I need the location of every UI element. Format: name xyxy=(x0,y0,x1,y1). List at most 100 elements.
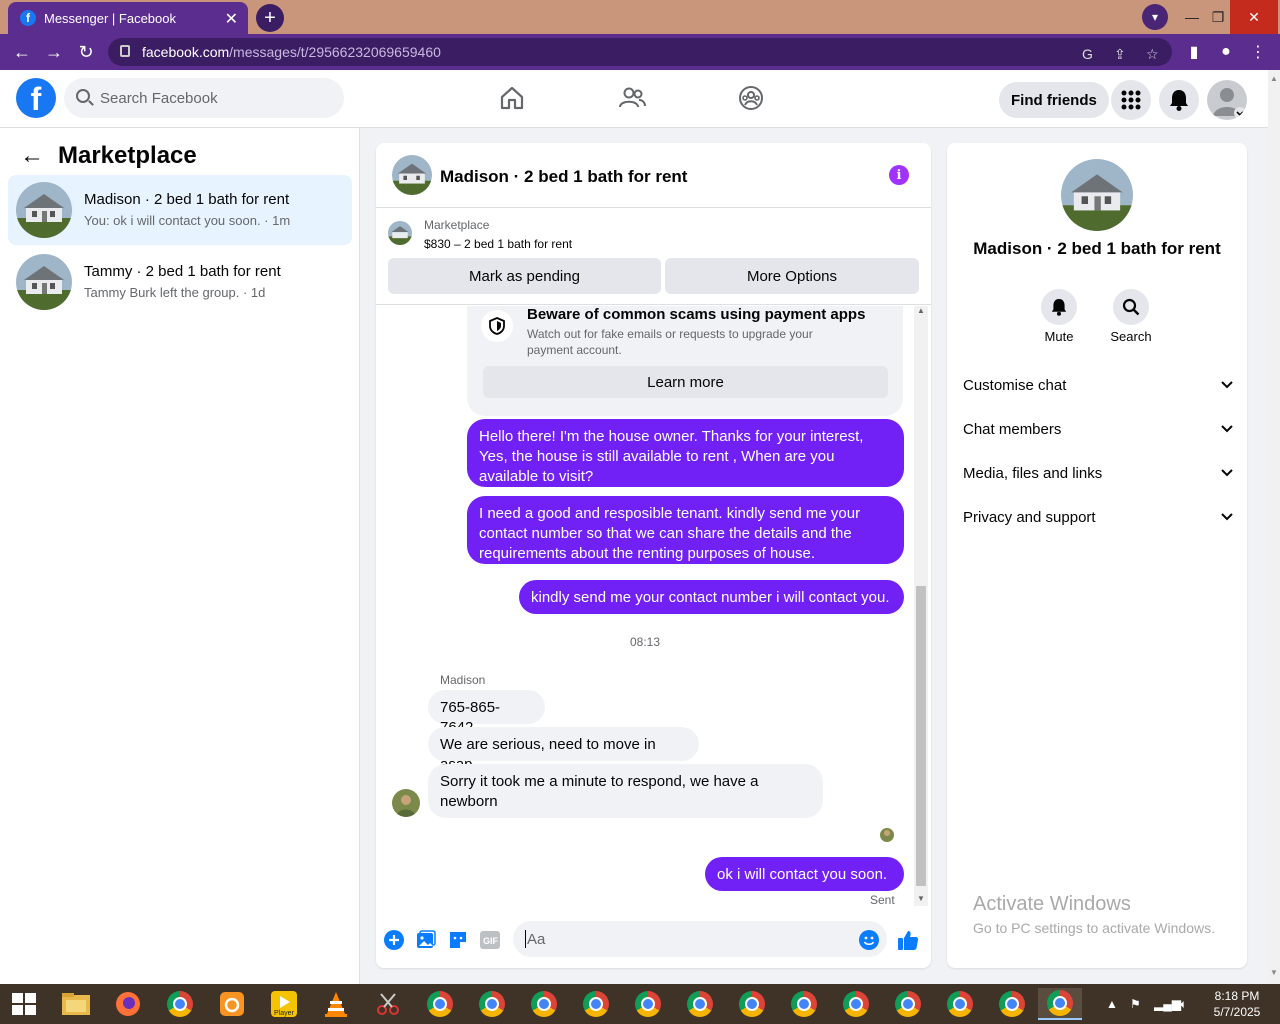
home-icon[interactable] xyxy=(498,84,526,112)
chat-members-row[interactable]: Chat members xyxy=(963,417,1233,441)
windows-taskbar: Player ▲ ⚑ ▂▄▆ 🔈︎ 8:18 PM 5/7/2025 xyxy=(0,984,1280,1024)
action-center-flag-icon[interactable]: ⚑ xyxy=(1130,984,1141,1024)
close-tab-icon[interactable]: ✕ xyxy=(225,9,238,29)
show-hidden-icons-icon[interactable]: ▲ xyxy=(1106,984,1118,1024)
message-bubble-incoming[interactable]: Sorry it took me a minute to respond, we… xyxy=(428,764,823,818)
mute-button[interactable]: Mute xyxy=(1029,289,1089,344)
scroll-up-arrow-icon[interactable]: ▲ xyxy=(1270,74,1278,83)
url-host: facebook.com xyxy=(142,44,230,60)
mark-as-pending-button[interactable]: Mark as pending xyxy=(388,258,661,294)
side-panel-icon[interactable]: ▮ xyxy=(1182,40,1206,64)
scroll-up-arrow-icon[interactable]: ▲ xyxy=(917,306,925,315)
new-tab-button[interactable]: + xyxy=(256,4,284,32)
details-title: Madison · 2 bed 1 bath for rent xyxy=(973,239,1221,258)
back-arrow-icon[interactable]: ← xyxy=(20,142,44,170)
listing-large-thumbnail[interactable] xyxy=(1061,159,1133,231)
listing-mini-thumbnail[interactable] xyxy=(388,221,412,245)
chrome-icon[interactable] xyxy=(158,988,202,1020)
sender-avatar[interactable] xyxy=(392,789,420,817)
system-clock[interactable]: 8:18 PM 5/7/2025 xyxy=(1207,988,1267,1020)
scrollbar-thumb[interactable] xyxy=(916,586,926,886)
chrome-profile-icon[interactable] xyxy=(886,988,930,1020)
menu-dots-icon[interactable]: ⋮ xyxy=(1246,40,1270,64)
tab-title: Messenger | Facebook xyxy=(44,10,176,26)
search-input[interactable]: Search Facebook xyxy=(64,78,344,118)
chrome-profile-icon[interactable] xyxy=(678,988,722,1020)
window-close-button[interactable]: ✕ xyxy=(1230,0,1278,34)
address-bar[interactable]: facebook.com/messages/t/2956623206965946… xyxy=(108,38,1172,66)
scroll-down-arrow-icon[interactable]: ▼ xyxy=(1270,968,1278,977)
reload-icon[interactable]: ↻ xyxy=(74,40,98,64)
chrome-active-window-icon[interactable] xyxy=(1038,988,1082,1020)
google-icon[interactable]: G xyxy=(1082,46,1093,62)
lock-icon[interactable] xyxy=(120,45,130,57)
sticker-icon[interactable] xyxy=(447,929,469,951)
chrome-profile-icon[interactable] xyxy=(522,988,566,1020)
customise-chat-row[interactable]: Customise chat xyxy=(963,373,1233,397)
player-label: Player xyxy=(274,1010,295,1017)
browser-toolbar: ← → ↻ facebook.com/messages/t/2956623206… xyxy=(0,34,1280,70)
back-arrow-icon[interactable]: ← xyxy=(10,40,34,64)
conversation-item-madison[interactable]: Madison · 2 bed 1 bath for rent You: ok … xyxy=(8,175,352,245)
file-explorer-icon[interactable] xyxy=(54,988,98,1020)
message-bubble-outgoing[interactable]: Hello there! I'm the house owner. Thanks… xyxy=(467,419,904,487)
notifications-bell-icon[interactable] xyxy=(1159,80,1199,120)
search-conversation-button[interactable]: Search xyxy=(1101,289,1161,344)
chat-scrollbar[interactable]: ▲ ▼ xyxy=(914,306,928,906)
chevron-down-icon xyxy=(1221,422,1233,436)
more-options-button[interactable]: More Options xyxy=(665,258,919,294)
groups-icon[interactable] xyxy=(737,84,765,112)
chrome-profile-icon[interactable] xyxy=(782,988,826,1020)
add-plus-icon[interactable] xyxy=(383,929,405,951)
listing-price-title[interactable]: $830 – 2 bed 1 bath for rent xyxy=(424,237,572,251)
chrome-profile-icon[interactable] xyxy=(626,988,670,1020)
network-signal-icon[interactable]: ▂▄▆ xyxy=(1154,984,1181,1024)
conversation-item-tammy[interactable]: Tammy · 2 bed 1 bath for rent Tammy Burk… xyxy=(8,247,352,317)
chrome-profile-icon[interactable] xyxy=(990,988,1034,1020)
account-avatar[interactable] xyxy=(1207,80,1247,120)
page-scrollbar[interactable]: ▲ ▼ xyxy=(1268,70,1280,984)
message-bubble-outgoing[interactable]: ok i will contact you soon. xyxy=(705,857,904,891)
media-files-links-row[interactable]: Media, files and links xyxy=(963,461,1233,485)
chrome-profile-icon[interactable] xyxy=(938,988,982,1020)
friends-icon[interactable] xyxy=(618,84,646,112)
message-bubble-incoming[interactable]: 765-865-7642 xyxy=(428,690,545,736)
firefox-icon[interactable] xyxy=(106,988,150,1020)
tab-search-button[interactable]: ▾ xyxy=(1142,4,1168,30)
browser-tab[interactable]: f Messenger | Facebook ✕ xyxy=(8,2,248,34)
vlc-icon[interactable] xyxy=(314,988,358,1020)
chat-title[interactable]: Madison · 2 bed 1 bath for rent xyxy=(440,167,687,187)
forward-arrow-icon[interactable]: → xyxy=(42,40,66,64)
thumbs-up-icon[interactable] xyxy=(897,929,919,951)
share-icon[interactable]: ⇪ xyxy=(1114,46,1126,63)
uc-browser-icon[interactable] xyxy=(210,988,254,1020)
message-bubble-incoming[interactable]: We are serious, need to move in asap xyxy=(428,727,699,773)
info-icon[interactable]: i xyxy=(889,165,909,185)
photo-gallery-icon[interactable] xyxy=(415,929,437,951)
chrome-profile-icon[interactable] xyxy=(470,988,514,1020)
scroll-down-arrow-icon[interactable]: ▼ xyxy=(917,894,925,903)
facebook-favicon-icon: f xyxy=(20,10,36,26)
snipping-tool-icon[interactable] xyxy=(366,988,410,1020)
find-friends-button[interactable]: Find friends xyxy=(999,82,1109,118)
emoji-icon[interactable] xyxy=(858,929,880,951)
media-player-icon[interactable]: Player xyxy=(262,988,306,1020)
menu-grid-icon[interactable] xyxy=(1111,80,1151,120)
facebook-logo-icon[interactable]: f xyxy=(16,78,56,118)
message-input[interactable]: Aa xyxy=(513,921,887,957)
chrome-profile-icon[interactable] xyxy=(574,988,618,1020)
privacy-support-row[interactable]: Privacy and support xyxy=(963,505,1233,529)
chrome-profile-icon[interactable] xyxy=(730,988,774,1020)
conversation-details-panel: Madison · 2 bed 1 bath for rent Mute Sea… xyxy=(947,143,1247,968)
chat-listing-thumbnail[interactable] xyxy=(392,155,432,195)
chrome-profile-icon[interactable] xyxy=(418,988,462,1020)
volume-speaker-icon[interactable]: 🔈︎ xyxy=(1180,984,1187,1024)
gif-icon[interactable]: GIF xyxy=(479,929,501,951)
learn-more-button[interactable]: Learn more xyxy=(483,366,888,398)
message-bubble-outgoing[interactable]: I need a good and resposible tenant. kin… xyxy=(467,496,904,564)
bookmark-star-icon[interactable]: ☆ xyxy=(1146,46,1159,63)
message-bubble-outgoing[interactable]: kindly send me your contact number i wil… xyxy=(519,580,904,614)
profile-icon[interactable]: ● xyxy=(1214,40,1238,64)
chrome-profile-icon[interactable] xyxy=(834,988,878,1020)
windows-start-icon[interactable] xyxy=(12,993,36,1015)
